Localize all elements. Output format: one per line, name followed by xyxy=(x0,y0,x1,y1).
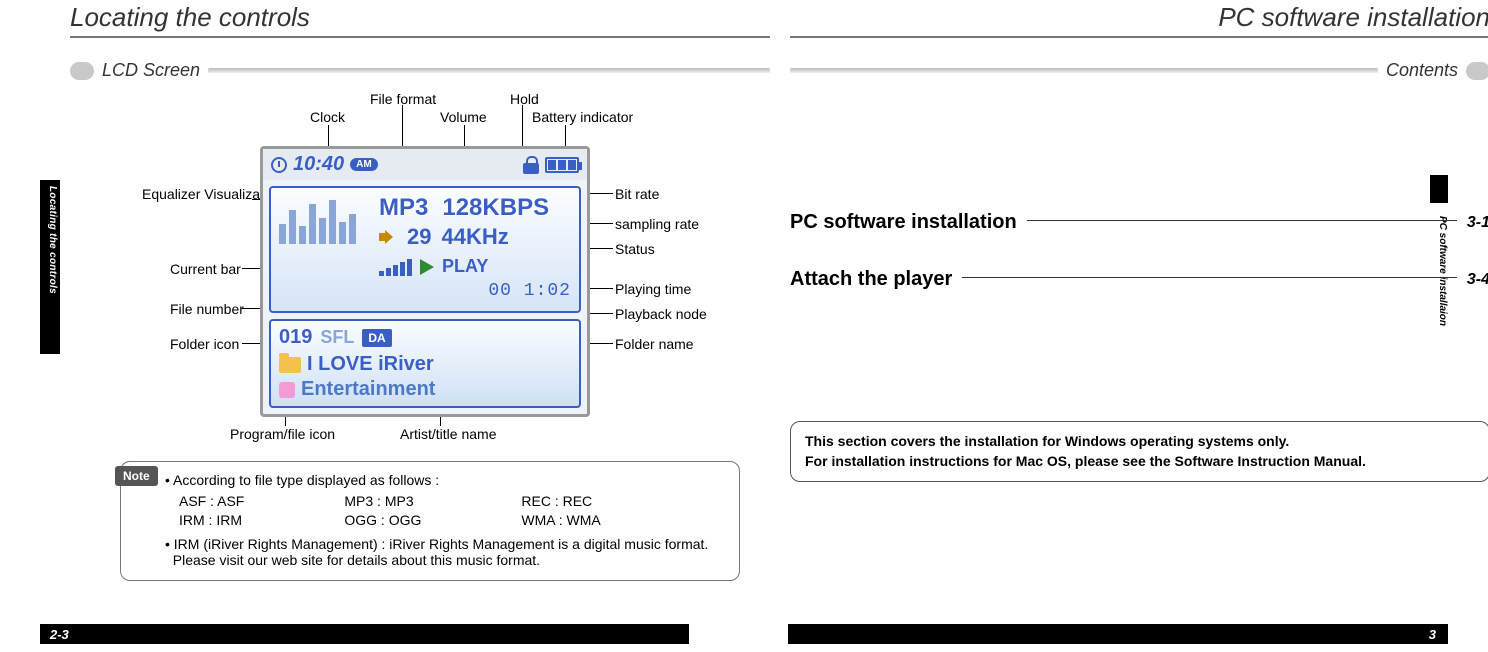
note-line2: • IRM (iRiver Rights Management) : iRive… xyxy=(165,536,725,568)
callout-current-bar: Current bar xyxy=(170,261,241,277)
callout-program-icon: Program/file icon xyxy=(230,426,335,442)
callout-folder-icon: Folder icon xyxy=(170,336,239,352)
page-number-left: 2-3 xyxy=(50,627,69,642)
lcd-ampm: AM xyxy=(350,158,378,171)
callout-sampling: sampling rate xyxy=(615,216,699,232)
toc-label: PC software installation xyxy=(790,211,1017,234)
page-left: Locating the controls LCD Screen Clock F… xyxy=(70,0,770,652)
callout-hold: Hold xyxy=(510,91,539,107)
lcd-top-bar: 10:40 AM xyxy=(263,149,587,180)
note-line1: • According to file type displayed as fo… xyxy=(165,472,725,488)
page-title-right: PC software installation xyxy=(790,0,1488,38)
toc-page: 3-4 xyxy=(1467,271,1488,289)
equalizer-icon xyxy=(279,196,356,244)
lcd-diagram: Clock File format Volume Hold Battery in… xyxy=(70,91,770,451)
toc-row: PC software installation 3-1 xyxy=(790,211,1488,234)
clock-icon xyxy=(271,157,287,173)
callout-battery: Battery indicator xyxy=(532,109,633,125)
volume-bars-icon xyxy=(379,258,412,276)
file-types-table: ASF : ASFIRM : IRM MP3 : MP3OGG : OGG RE… xyxy=(179,492,725,530)
lcd-format: MP3 xyxy=(379,194,428,222)
callout-clock: Clock xyxy=(310,109,345,125)
callout-folder-name: Folder name xyxy=(615,336,694,352)
callout-file-number: File number xyxy=(170,301,244,317)
toc: PC software installation 3-1 Attach the … xyxy=(790,211,1488,291)
speaker-icon xyxy=(379,228,397,246)
lock-icon xyxy=(523,156,539,174)
callout-artist-title: Artist/title name xyxy=(400,426,496,442)
info-line2: For installation instructions for Mac OS… xyxy=(805,452,1475,472)
toc-row: Attach the player 3-4 xyxy=(790,268,1488,291)
lcd-bottom: 019 SFL DA I LOVE iRiver Entertainment xyxy=(269,319,581,408)
play-icon xyxy=(420,259,434,275)
lcd-da: DA xyxy=(362,329,391,347)
callout-status: Status xyxy=(615,241,655,257)
lcd-elapsed: 00 1:02 xyxy=(379,281,571,301)
toc-page: 3-1 xyxy=(1467,214,1488,232)
section-label-contents: Contents xyxy=(1378,60,1466,81)
footer-right: 3 xyxy=(788,624,1448,644)
lcd-screen: 10:40 AM MP3 128KBPS 29 44KHz xyxy=(260,146,590,417)
callout-file-format: File format xyxy=(370,91,436,107)
section-bar-lcd: LCD Screen xyxy=(70,60,770,81)
lcd-khz: 44KHz xyxy=(441,224,508,250)
callout-playback-node: Playback node xyxy=(615,306,707,322)
callout-playtime: Playing time xyxy=(615,281,691,297)
note-box: Note • According to file type displayed … xyxy=(120,461,740,581)
page-title-left: Locating the controls xyxy=(70,0,770,38)
lcd-play: PLAY xyxy=(442,256,488,277)
lcd-bitrate: 128KBPS xyxy=(442,194,549,222)
lcd-volume: 29 xyxy=(407,224,431,250)
callout-eq: Equalizer Visualization xyxy=(142,186,252,202)
info-box: This section covers the installation for… xyxy=(790,421,1488,482)
lcd-folder: I LOVE iRiver xyxy=(307,353,434,376)
side-tab-left: Locating the controls xyxy=(40,180,60,354)
lcd-artist: Entertainment xyxy=(301,378,435,401)
section-label-lcd: LCD Screen xyxy=(94,60,208,81)
callout-volume: Volume xyxy=(440,109,487,125)
lcd-filenum: 019 xyxy=(279,326,312,349)
battery-icon xyxy=(545,157,579,173)
section-bar-contents: Contents xyxy=(790,60,1488,81)
page-number-right: 3 xyxy=(1429,627,1436,642)
note-tag: Note xyxy=(115,466,158,486)
lcd-sfl: SFL xyxy=(320,327,354,348)
footer-left: 2-3 xyxy=(40,624,689,644)
page-right: PC software installation Contents PC sof… xyxy=(790,0,1488,652)
folder-icon xyxy=(279,357,301,373)
music-note-icon xyxy=(279,382,295,398)
lcd-time: 10:40 xyxy=(293,153,344,176)
toc-label: Attach the player xyxy=(790,268,952,291)
lcd-mid: MP3 128KBPS 29 44KHz PLAY 00 1:02 xyxy=(269,186,581,313)
info-line1: This section covers the installation for… xyxy=(805,432,1475,452)
callout-bitrate: Bit rate xyxy=(615,186,659,202)
